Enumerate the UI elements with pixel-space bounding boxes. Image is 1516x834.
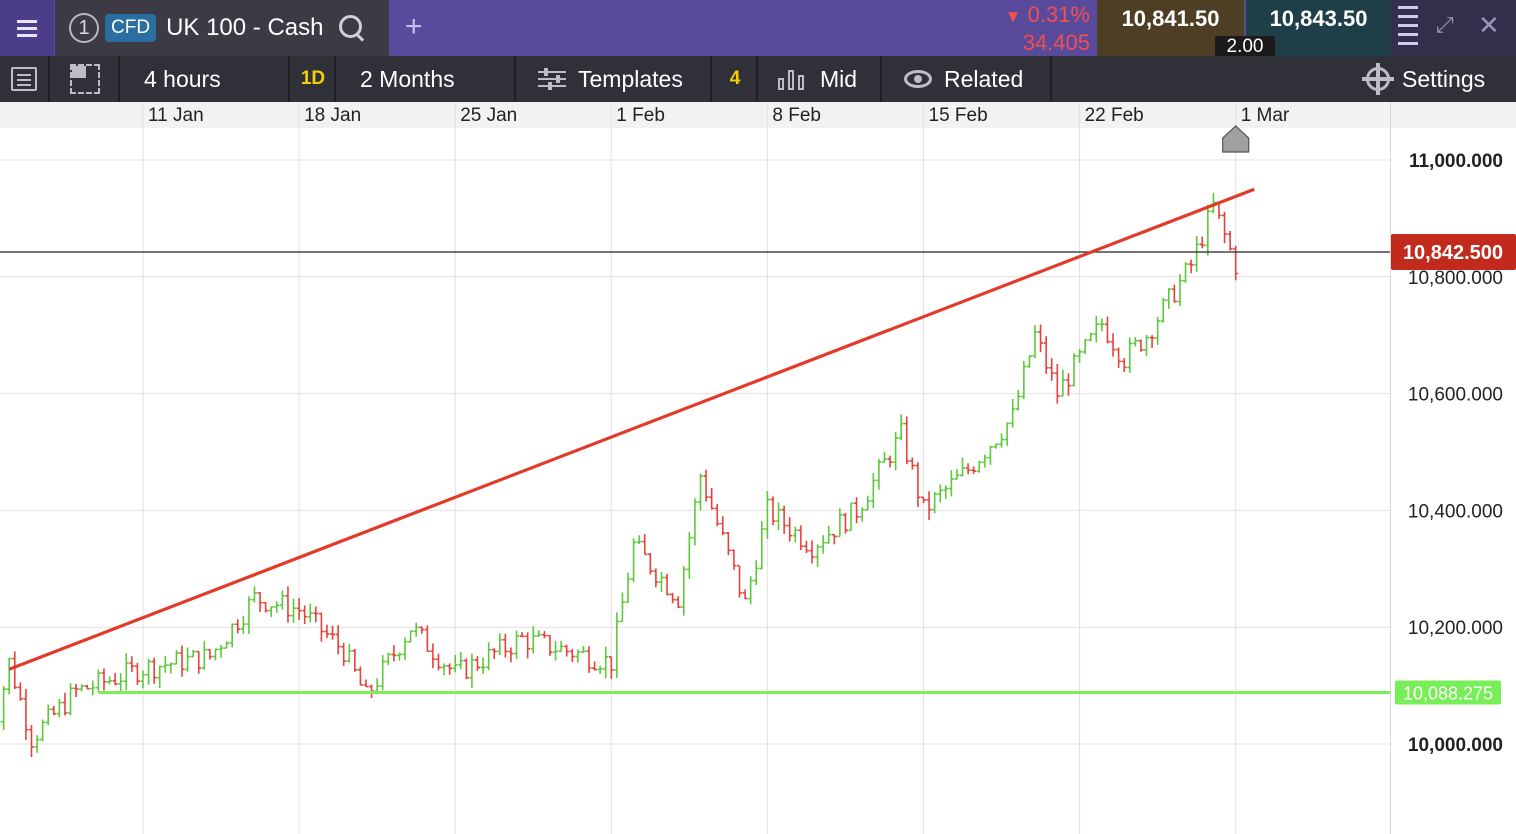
- chart-toolbar: 4 hours 1D 2 Months Templates 4 Mid Rela…: [0, 56, 1516, 102]
- list-button[interactable]: [0, 56, 50, 102]
- price-change: ▼ 0.31% 34.405: [990, 2, 1090, 56]
- y-tick-label: 10,600.000: [1408, 385, 1503, 406]
- trading-app: 1 CFD UK 100 - Cash + ▼ 0.31% 34.405 10,…: [0, 0, 1516, 834]
- x-tick-label: 11 Jan: [148, 105, 204, 126]
- settings-label: Settings: [1402, 65, 1486, 92]
- templates-label: Templates: [578, 65, 683, 92]
- price-type-label: Mid: [820, 65, 858, 92]
- interval-selector[interactable]: 4 hours: [122, 56, 290, 102]
- current-price-label: 10,842.500: [1403, 242, 1503, 264]
- candles-icon: [778, 66, 808, 92]
- down-arrow-icon: ▼: [1004, 7, 1022, 26]
- market-header: 1 CFD UK 100 - Cash + ▼ 0.31% 34.405 10,…: [0, 0, 1516, 58]
- change-percent: 0.31%: [1027, 2, 1090, 27]
- tab-number: 1: [69, 13, 99, 43]
- related-label: Related: [944, 65, 1024, 92]
- x-tick-label: 25 Jan: [460, 105, 517, 126]
- add-tab-button[interactable]: +: [405, 10, 423, 44]
- gear-icon: [1362, 63, 1394, 95]
- change-points: 34.405: [1022, 30, 1090, 55]
- y-tick-label: 10,800.000: [1408, 268, 1503, 289]
- settings-button[interactable]: Settings: [1360, 56, 1516, 102]
- x-tick-label: 8 Feb: [772, 105, 821, 126]
- layout-button[interactable]: [52, 56, 120, 102]
- market-name: UK 100 - Cash: [166, 14, 324, 41]
- support-label: 10,088.275: [1403, 683, 1493, 703]
- layout-icon: [70, 64, 100, 94]
- interval-short-button[interactable]: 1D: [292, 56, 336, 102]
- trendline[interactable]: [8, 187, 1255, 671]
- y-tick-label: 10,200.000: [1408, 618, 1503, 639]
- indicator-count-badge[interactable]: 4: [714, 56, 758, 102]
- y-tick-label: 10,000.000: [1408, 735, 1503, 756]
- x-tick-label: 18 Jan: [304, 105, 361, 126]
- x-tick-label: 15 Feb: [929, 105, 988, 126]
- market-tab[interactable]: 1 CFD UK 100 - Cash: [55, 0, 389, 56]
- x-tick-label: 1 Mar: [1241, 105, 1290, 126]
- eye-icon: [904, 70, 932, 88]
- instrument-type-badge: CFD: [105, 14, 157, 42]
- close-icon[interactable]: ✕: [1478, 10, 1500, 40]
- menu-icon: [17, 19, 37, 37]
- templates-icon: [538, 67, 566, 91]
- expand-icon[interactable]: ⤢: [1436, 14, 1458, 36]
- x-tick-label: 1 Feb: [616, 105, 665, 126]
- price-axis-panel: [1390, 128, 1516, 834]
- menu-button[interactable]: [0, 0, 54, 56]
- range-selector[interactable]: 2 Months: [338, 56, 516, 102]
- related-button[interactable]: Related: [884, 56, 1052, 102]
- templates-button[interactable]: Templates: [518, 56, 712, 102]
- y-tick-label: 10,400.000: [1408, 501, 1503, 522]
- list-icon: [11, 67, 37, 91]
- price-type-button[interactable]: Mid: [760, 56, 882, 102]
- spread-value: 2.00: [1215, 36, 1275, 58]
- depth-icon[interactable]: [1398, 6, 1418, 50]
- search-icon[interactable]: [337, 13, 367, 43]
- price-chart[interactable]: 11 Jan 18 Jan 25 Jan 1 Feb 8 Feb 15 Feb 22 Feb…: [0, 102, 1516, 834]
- x-tick-label: 22 Feb: [1085, 105, 1144, 126]
- y-tick-label: 11,000.000: [1409, 151, 1503, 172]
- flag-marker-icon[interactable]: [1222, 125, 1250, 153]
